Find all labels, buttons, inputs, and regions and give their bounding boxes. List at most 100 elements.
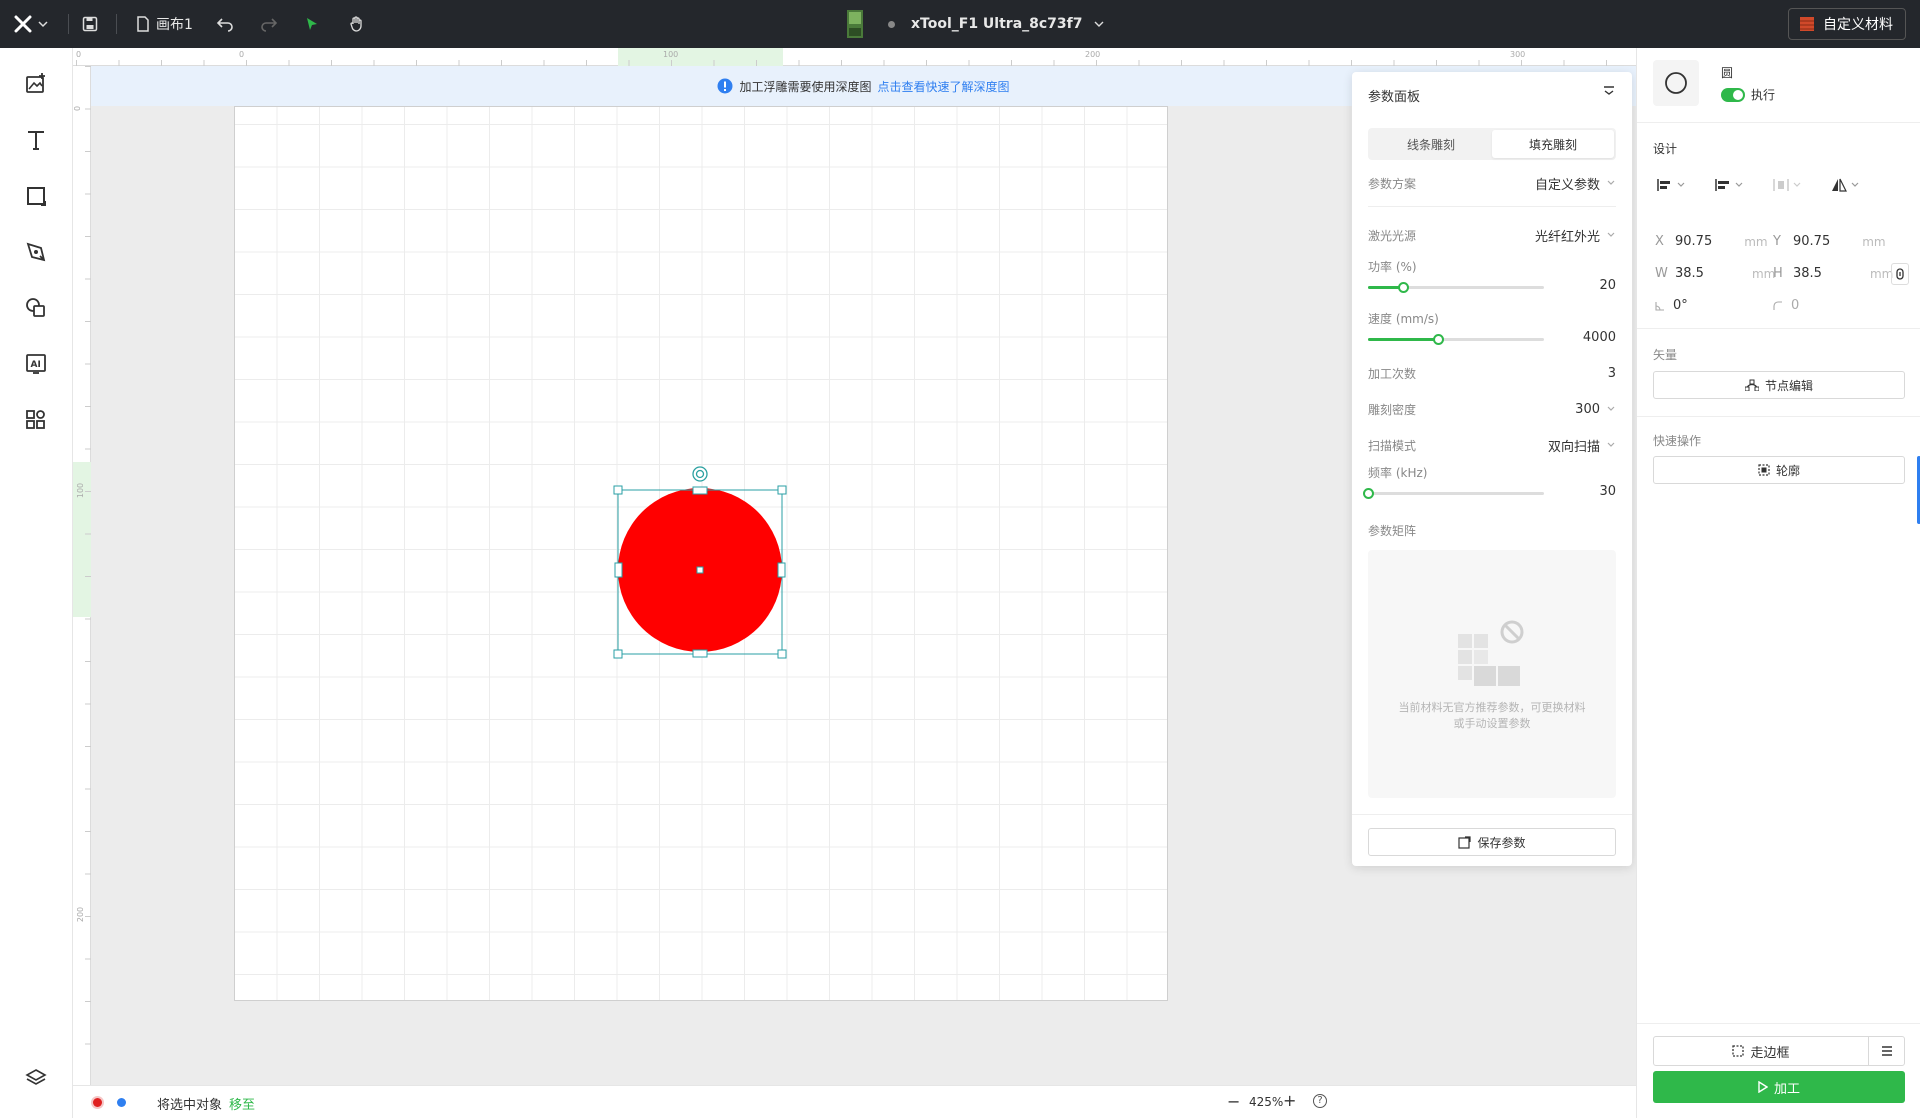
save-file-button[interactable]	[82, 0, 98, 48]
text-tool[interactable]	[20, 124, 52, 156]
y-position-field[interactable]: Y 90.75 mm	[1773, 234, 1886, 249]
rectangle-tool[interactable]	[20, 180, 52, 212]
node-edit-icon	[1744, 379, 1759, 391]
resize-handle[interactable]	[777, 649, 787, 659]
zoom-in-button[interactable]: +	[1283, 1091, 1296, 1110]
svg-text:AI: AI	[31, 360, 41, 370]
frequency-slider[interactable]	[1363, 488, 1544, 499]
resize-handle[interactable]	[613, 649, 623, 659]
lock-ratio-button[interactable]	[1891, 263, 1909, 285]
app-menu-button[interactable]	[14, 0, 50, 48]
execute-toggle[interactable]: 执行	[1721, 86, 1775, 103]
hand-tool-button[interactable]	[348, 0, 366, 48]
scan-mode-select[interactable]: 双向扫描	[1548, 436, 1616, 455]
resize-handle[interactable]	[692, 649, 708, 658]
layers-icon	[25, 1069, 47, 1085]
canvas-name: 画布1	[156, 17, 193, 33]
ruler-tick: 300	[1510, 50, 1526, 59]
zoom-out-button[interactable]: −	[1227, 1092, 1240, 1111]
laser-source-select[interactable]: 光纤红外光	[1535, 226, 1616, 245]
y-value[interactable]: 90.75	[1793, 234, 1830, 249]
align-left-icon	[1715, 179, 1729, 191]
x-unit: mm	[1744, 234, 1768, 249]
x-value[interactable]: 90.75	[1675, 234, 1712, 249]
node-edit-button[interactable]: 节点编辑	[1653, 371, 1905, 399]
corner-radius-value[interactable]: 0	[1791, 298, 1799, 313]
scan-mode-value: 双向扫描	[1547, 439, 1600, 455]
passes-value[interactable]: 3	[1608, 366, 1616, 381]
align-distribute-button[interactable]	[1657, 178, 1685, 192]
density-select[interactable]: 300	[1575, 402, 1616, 417]
red-layer-dot[interactable]	[93, 1098, 102, 1107]
toggle-switch[interactable]	[1721, 87, 1745, 102]
tab-line-engrave[interactable]: 线条雕刻	[1370, 130, 1492, 158]
process-button[interactable]: 加工	[1653, 1071, 1905, 1103]
device-selector[interactable]: xTool_F1 Ultra_8c73f7	[844, 0, 1105, 48]
height-field[interactable]: H 38.5 mm	[1773, 266, 1893, 281]
play-icon	[1758, 1081, 1768, 1093]
align-left-button[interactable]	[1715, 178, 1743, 192]
rotation-field[interactable]: 0°	[1655, 298, 1688, 313]
rotation-value[interactable]: 0°	[1673, 298, 1688, 313]
resize-handle[interactable]	[777, 562, 786, 578]
pen-tool[interactable]	[20, 236, 52, 268]
resize-handle[interactable]	[614, 562, 623, 578]
align-toolbar	[1657, 178, 1859, 192]
tab-fill-engrave[interactable]: 填充雕刻	[1492, 130, 1614, 158]
save-params-button[interactable]: 保存参数	[1368, 828, 1616, 856]
x-position-field[interactable]: X 90.75 mm	[1655, 234, 1768, 249]
h-unit: mm	[1869, 266, 1894, 281]
custom-material-button[interactable]: 自定义材料	[1788, 8, 1906, 40]
canvas-tab[interactable]: 画布1	[136, 0, 193, 48]
speed-slider-fill	[1368, 338, 1439, 341]
resize-handle[interactable]	[613, 485, 623, 495]
frame-button[interactable]: 走边框	[1653, 1036, 1869, 1066]
power-slider-thumb[interactable]	[1398, 282, 1410, 293]
w-value[interactable]: 38.5	[1675, 266, 1704, 281]
power-value[interactable]: 20	[1599, 278, 1616, 293]
apps-tool[interactable]	[20, 404, 52, 436]
h-value[interactable]: 38.5	[1793, 266, 1822, 281]
layers-button[interactable]	[20, 1062, 52, 1094]
rotate-handle-icon[interactable]	[692, 466, 708, 482]
right-properties-panel: 圆 执行 设计 X 90.75 mm Y 90.75 mm W 38.5 mm H 38.5 m…	[1636, 48, 1920, 1118]
add-image-tool[interactable]	[20, 68, 52, 100]
distribute-button[interactable]	[1773, 178, 1801, 192]
depth-map-help-link[interactable]: 点击查看快速了解深度图	[878, 78, 1010, 95]
frequency-value[interactable]: 30	[1599, 484, 1616, 499]
move-to-link[interactable]: 移至	[229, 1094, 255, 1113]
flip-button[interactable]	[1831, 178, 1859, 192]
frame-options-button[interactable]	[1868, 1036, 1905, 1066]
speed-slider[interactable]	[1368, 334, 1544, 345]
selected-object[interactable]	[603, 408, 793, 678]
outline-label: 轮廓	[1775, 463, 1800, 478]
resize-handle[interactable]	[777, 485, 787, 495]
redo-button[interactable]	[260, 0, 278, 48]
frequency-slider-thumb[interactable]	[1363, 488, 1374, 499]
ruler-top: 0 0 100 200 300	[73, 48, 1636, 66]
y-label: Y	[1773, 234, 1781, 249]
ai-tool[interactable]: AI	[20, 348, 52, 380]
speed-value[interactable]: 4000	[1583, 330, 1616, 345]
zoom-level[interactable]: 425%	[1249, 1095, 1283, 1109]
frame-icon	[1732, 1045, 1745, 1057]
redo-icon	[261, 18, 278, 32]
center-handle	[696, 566, 704, 574]
scheme-select[interactable]: 自定义参数	[1535, 174, 1616, 193]
collapse-panel-button[interactable]	[1602, 84, 1616, 101]
speed-slider-thumb[interactable]	[1433, 334, 1445, 345]
width-field[interactable]: W 38.5 mm	[1655, 266, 1775, 281]
frame-label: 走边框	[1750, 1045, 1790, 1061]
power-slider[interactable]	[1368, 282, 1544, 293]
shapes-tool[interactable]	[20, 292, 52, 324]
corner-radius-field[interactable]: 0	[1773, 298, 1799, 313]
resize-handle[interactable]	[692, 486, 708, 495]
blue-layer-dot[interactable]	[117, 1098, 126, 1107]
ruler-left: 0 100 200	[73, 66, 91, 1085]
undo-button[interactable]	[216, 0, 234, 48]
help-icon[interactable]: ?	[1313, 1094, 1327, 1108]
select-tool-button[interactable]	[304, 0, 320, 48]
density-value: 300	[1575, 401, 1600, 417]
ruler-tick: 100	[663, 50, 679, 59]
outline-button[interactable]: 轮廓	[1653, 456, 1905, 484]
